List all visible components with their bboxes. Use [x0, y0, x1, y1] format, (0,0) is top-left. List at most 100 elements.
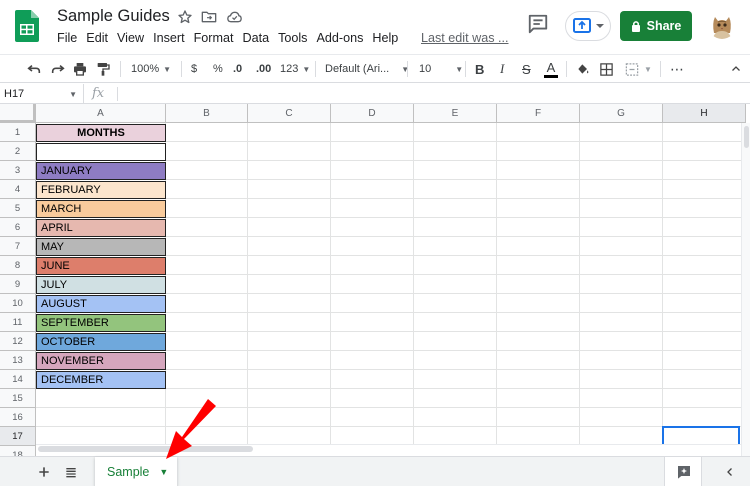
select-all-corner[interactable] — [0, 104, 36, 123]
row-header-7[interactable]: 7 — [0, 237, 36, 256]
add-sheet-icon[interactable] — [36, 464, 52, 485]
formula-input[interactable] — [124, 87, 724, 101]
row-header-18[interactable]: 18 — [0, 446, 36, 456]
row-header-4[interactable]: 4 — [0, 180, 36, 199]
menu-edit[interactable]: Edit — [86, 31, 108, 49]
spreadsheet-grid[interactable]: A B C D E F G H 1 2 3 4 5 6 7 8 9 10 11 12 13 14 15 16 17 18 MONTH… — [0, 104, 750, 456]
row-header-10[interactable]: 10 — [0, 294, 36, 313]
column-header-h[interactable]: H — [663, 104, 746, 123]
italic-button[interactable]: I — [500, 55, 504, 83]
row-header-14[interactable]: 14 — [0, 370, 36, 389]
row-header-16[interactable]: 16 — [0, 408, 36, 427]
side-panel-toggle-icon[interactable] — [724, 465, 736, 484]
format-percent-button[interactable]: % — [213, 55, 223, 83]
column-header-a[interactable]: A — [36, 104, 166, 123]
cell-a2[interactable] — [36, 143, 166, 161]
column-header-c[interactable]: C — [248, 104, 331, 123]
last-edit-link[interactable]: Last edit was ... — [421, 31, 509, 45]
row-header-8[interactable]: 8 — [0, 256, 36, 275]
more-options-button[interactable]: ⋯ — [670, 55, 684, 83]
cell-text: FEBRUARY — [41, 184, 101, 196]
row-header-15[interactable]: 15 — [0, 389, 36, 408]
cloud-saved-icon[interactable] — [226, 9, 244, 27]
cell-a13[interactable]: NOVEMBER — [36, 352, 166, 370]
font-family-select[interactable]: Default (Ari... ▼ — [325, 55, 409, 83]
menu-insert[interactable]: Insert — [153, 31, 185, 49]
menu-tools[interactable]: Tools — [278, 31, 307, 49]
selected-cell-outline[interactable] — [662, 426, 740, 446]
row-header-17[interactable]: 17 — [0, 427, 36, 446]
merge-cells-icon[interactable]: ▼ — [624, 55, 652, 83]
explore-button[interactable] — [664, 457, 702, 486]
cell-a12[interactable]: OCTOBER — [36, 333, 166, 351]
star-icon[interactable] — [177, 9, 195, 27]
cell-a8[interactable]: JUNE — [36, 257, 166, 275]
present-button[interactable] — [565, 11, 611, 41]
borders-icon[interactable] — [599, 55, 614, 83]
more-formats-select[interactable]: 123 ▼ — [280, 55, 310, 83]
cell-a9[interactable]: JULY — [36, 276, 166, 294]
menu-view[interactable]: View — [117, 31, 144, 49]
vertical-scrollbar-thumb[interactable] — [744, 126, 749, 148]
cell-a11[interactable]: SEPTEMBER — [36, 314, 166, 332]
collapse-toolbar-icon[interactable] — [730, 55, 742, 83]
cell-a7[interactable]: MAY — [36, 238, 166, 256]
share-button[interactable]: Share — [620, 11, 692, 41]
row-header-11[interactable]: 11 — [0, 313, 36, 332]
sheet-tab-sample[interactable]: Sample ▼ — [95, 457, 177, 486]
menu-help[interactable]: Help — [372, 31, 398, 49]
fill-color-icon[interactable] — [575, 55, 591, 83]
menu-add-ons[interactable]: Add-ons — [316, 31, 363, 49]
cell-a1-months-header[interactable]: MONTHS — [36, 124, 166, 142]
bold-button[interactable]: B — [475, 55, 484, 83]
cell-a10[interactable]: AUGUST — [36, 295, 166, 313]
cell-a6[interactable]: APRIL — [36, 219, 166, 237]
row-header-3[interactable]: 3 — [0, 161, 36, 180]
strikethrough-button[interactable]: S — [522, 55, 531, 83]
redo-icon[interactable] — [50, 55, 66, 83]
format-currency-button[interactable]: $ — [191, 55, 197, 83]
column-header-f[interactable]: F — [497, 104, 580, 123]
horizontal-scrollbar-thumb[interactable] — [38, 446, 253, 452]
row-header-2[interactable]: 2 — [0, 142, 36, 161]
cell-text: AUGUST — [41, 298, 87, 310]
column-header-d[interactable]: D — [331, 104, 414, 123]
cell-a3[interactable]: JANUARY — [36, 162, 166, 180]
menu-data[interactable]: Data — [242, 31, 269, 49]
row-header-12[interactable]: 12 — [0, 332, 36, 351]
column-header-b[interactable]: B — [166, 104, 248, 123]
undo-icon[interactable] — [26, 55, 42, 83]
increase-decimal-button[interactable]: .00 — [256, 55, 271, 83]
menu-file[interactable]: File — [57, 31, 77, 49]
print-icon[interactable] — [72, 55, 88, 83]
document-title[interactable]: Sample Guides — [57, 7, 170, 26]
move-folder-icon[interactable] — [201, 9, 219, 27]
avatar[interactable] — [708, 11, 736, 39]
chevron-down-icon: ▼ — [69, 90, 77, 99]
comment-history-icon[interactable] — [527, 13, 549, 35]
column-header-g[interactable]: G — [580, 104, 663, 123]
text-color-button[interactable]: A — [544, 55, 558, 83]
decrease-decimal-button[interactable]: .0 — [233, 55, 242, 83]
row-header-1[interactable]: 1 — [0, 123, 36, 142]
cell-a5[interactable]: MARCH — [36, 200, 166, 218]
row-header-9[interactable]: 9 — [0, 275, 36, 294]
sheets-logo-icon[interactable] — [15, 10, 39, 42]
lock-icon — [631, 21, 640, 32]
row-header-5[interactable]: 5 — [0, 199, 36, 218]
paint-format-icon[interactable] — [95, 55, 111, 83]
toolbar: 100% ▼ $ % .0 .00 123 ▼ Default (Ari... ▼ 1… — [0, 54, 750, 83]
cell-a14[interactable]: DECEMBER — [36, 371, 166, 389]
vertical-scrollbar[interactable] — [741, 123, 750, 456]
cell-a4[interactable]: FEBRUARY — [36, 181, 166, 199]
name-box[interactable]: H17 ▼ — [0, 84, 84, 104]
zoom-select[interactable]: 100% ▼ — [131, 55, 171, 83]
font-size-select[interactable]: 10 ▼ — [419, 55, 463, 83]
all-sheets-icon[interactable] — [63, 464, 79, 485]
row-header-13[interactable]: 13 — [0, 351, 36, 370]
row-header-6[interactable]: 6 — [0, 218, 36, 237]
sheet-tab-label: Sample — [107, 465, 150, 479]
chevron-down-icon[interactable]: ▼ — [159, 467, 168, 477]
menu-format[interactable]: Format — [194, 31, 234, 49]
column-header-e[interactable]: E — [414, 104, 497, 123]
